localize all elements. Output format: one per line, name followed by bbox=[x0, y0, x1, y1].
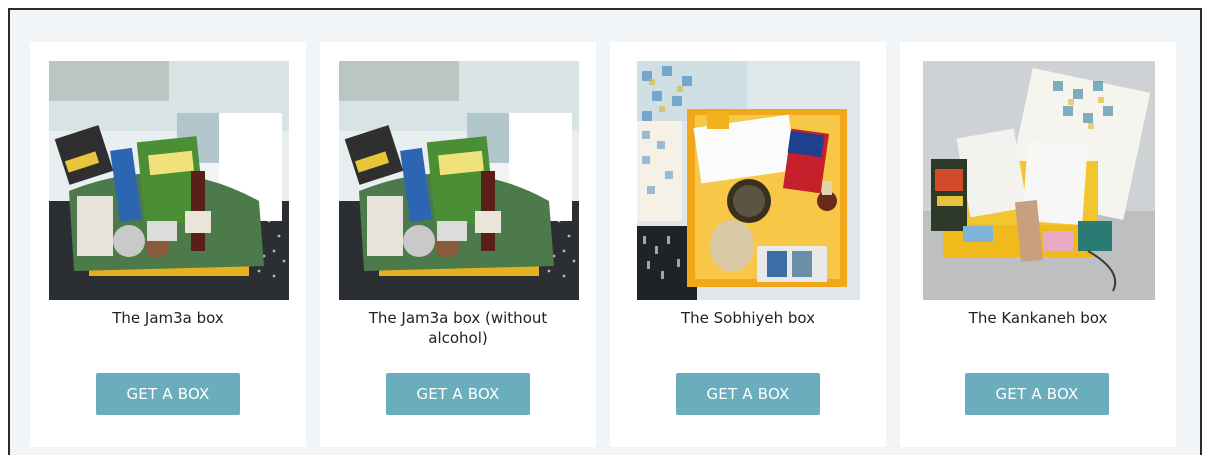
get-a-box-button[interactable]: GET A BOX bbox=[96, 373, 240, 415]
box-photo-illustration bbox=[339, 61, 579, 300]
get-a-box-button[interactable]: GET A BOX bbox=[386, 373, 530, 415]
product-image[interactable] bbox=[49, 61, 289, 300]
product-card-sobhiyeh: The Sobhiyeh box GET A BOX bbox=[610, 42, 886, 447]
box-photo-illustration bbox=[923, 61, 1155, 300]
product-title: The Jam3a box bbox=[112, 309, 224, 327]
get-a-box-button[interactable]: GET A BOX bbox=[965, 373, 1109, 415]
product-card-jam3a-no-alcohol: The Jam3a box (without alcohol) GET A BO… bbox=[320, 42, 596, 447]
product-section: The Jam3a box GET A BOX The Jam3a box (w… bbox=[8, 8, 1202, 455]
box-photo-illustration bbox=[49, 61, 289, 300]
product-grid: The Jam3a box GET A BOX The Jam3a box (w… bbox=[30, 42, 1176, 447]
product-title: The Sobhiyeh box bbox=[680, 309, 816, 327]
box-photo-illustration bbox=[637, 61, 860, 300]
product-card-jam3a: The Jam3a box GET A BOX bbox=[30, 42, 306, 447]
product-image[interactable] bbox=[923, 61, 1155, 300]
product-title: The Jam3a box (without alcohol) bbox=[368, 309, 548, 347]
product-card-kankaneh: The Kankaneh box GET A BOX bbox=[900, 42, 1176, 447]
get-a-box-button[interactable]: GET A BOX bbox=[676, 373, 820, 415]
product-image[interactable] bbox=[637, 61, 860, 300]
product-title: The Kankaneh box bbox=[968, 309, 1108, 327]
product-image[interactable] bbox=[339, 61, 579, 300]
